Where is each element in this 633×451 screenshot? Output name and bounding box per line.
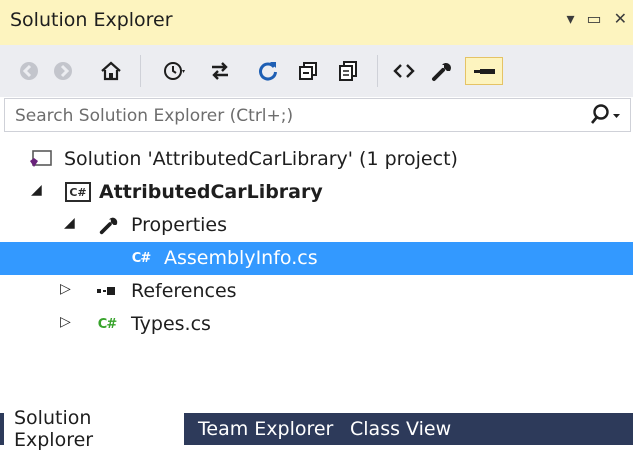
view-code-icon[interactable] <box>390 57 418 85</box>
maximize-icon[interactable]: ▭ <box>586 11 601 27</box>
tree-item-label: AttributedCarLibrary <box>99 181 323 203</box>
toolbar-separator <box>140 55 141 87</box>
toolbar <box>0 45 633 97</box>
references-icon <box>93 279 121 303</box>
tab-team-explorer[interactable]: Team Explorer <box>188 413 343 445</box>
tab-bar: Solution Explorer Team Explorer Class Vi… <box>0 407 633 451</box>
csharp-file-icon: C# <box>131 250 151 266</box>
collapse-all-icon[interactable] <box>294 57 322 85</box>
close-icon[interactable]: ✕ <box>614 11 627 27</box>
tree-item-label: AssemblyInfo.cs <box>164 247 318 269</box>
refresh-icon[interactable] <box>254 57 282 85</box>
dropdown-icon[interactable]: ▾ <box>566 11 574 27</box>
tree-item-assemblyinfo[interactable]: C# AssemblyInfo.cs <box>0 242 633 275</box>
wrench-icon <box>95 213 123 237</box>
tree-item-solution[interactable]: Solution 'AttributedCarLibrary' (1 proje… <box>0 143 633 176</box>
expand-arrow-icon[interactable]: ◢ <box>31 182 42 198</box>
properties-icon[interactable] <box>428 57 456 85</box>
window-controls: ▾ ▭ ✕ <box>566 11 627 27</box>
expand-arrow-icon[interactable]: ◢ <box>64 215 75 231</box>
tree-item-project[interactable]: ◢ C# AttributedCarLibrary <box>0 176 633 209</box>
csharp-file-icon: C# <box>97 316 117 332</box>
tree-item-label: Types.cs <box>131 313 211 335</box>
tab-class-view[interactable]: Class View <box>340 413 461 445</box>
tree-item-references[interactable]: ▷ References <box>0 275 633 308</box>
home-icon[interactable] <box>96 57 126 85</box>
tree-item-label: Solution 'AttributedCarLibrary' (1 proje… <box>64 148 458 170</box>
solution-icon <box>27 147 55 171</box>
collapse-arrow-icon[interactable]: ▷ <box>60 314 71 330</box>
title-bar: Solution Explorer ▾ ▭ ✕ <box>0 0 633 45</box>
tab-solution-explorer[interactable]: Solution Explorer <box>4 407 184 451</box>
search-input[interactable] <box>13 103 577 129</box>
pending-changes-icon[interactable] <box>153 57 197 85</box>
tree-item-properties[interactable]: ◢ Properties <box>0 209 633 242</box>
back-icon[interactable] <box>16 57 42 85</box>
sync-icon[interactable] <box>206 57 234 85</box>
show-all-files-icon[interactable] <box>334 57 362 85</box>
csharp-project-icon: C# <box>64 180 92 204</box>
tree-item-types[interactable]: ▷ C# Types.cs <box>0 308 633 341</box>
preview-selected-icon[interactable] <box>465 57 503 85</box>
window-title: Solution Explorer <box>10 9 173 31</box>
toolbar-separator <box>377 55 378 87</box>
search-box[interactable] <box>4 98 631 132</box>
search-icon[interactable] <box>588 102 622 133</box>
collapse-arrow-icon[interactable]: ▷ <box>60 281 71 297</box>
tree-item-label: References <box>131 280 237 302</box>
forward-icon[interactable] <box>50 57 76 85</box>
tree-item-label: Properties <box>131 214 228 236</box>
